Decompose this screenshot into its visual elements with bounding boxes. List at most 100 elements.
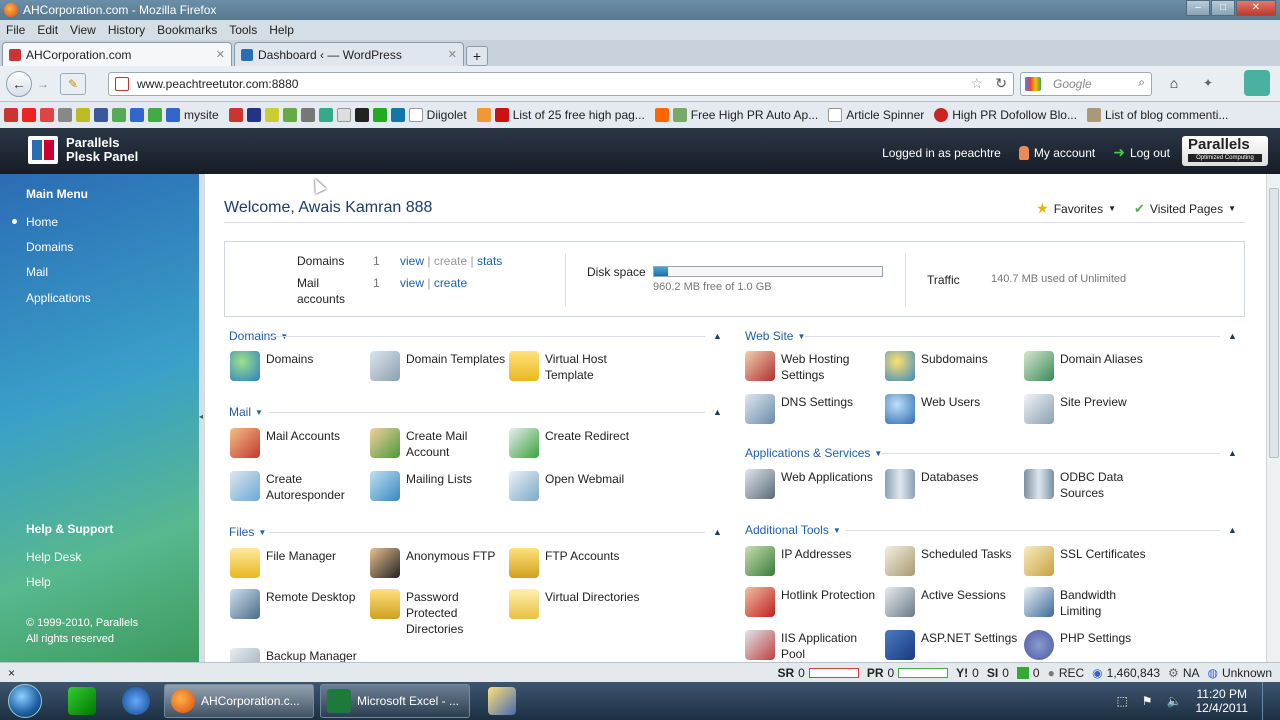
tool-php-settings[interactable]: PHP Settings <box>1024 630 1131 660</box>
gmail-icon[interactable] <box>40 108 54 122</box>
collapse-domains-icon[interactable]: ▲ <box>713 331 722 341</box>
bookmark-list-free-high-pag[interactable]: List of 25 free high pag... <box>476 108 645 122</box>
clock[interactable]: 11:20 PM 12/4/2011 <box>1196 687 1249 715</box>
tool-hotlink-protection[interactable]: Hotlink Protection <box>745 587 875 617</box>
start-button[interactable] <box>8 684 42 718</box>
show-desktop-button[interactable] <box>1262 682 1272 720</box>
section-files-header[interactable]: Files ▼ <box>229 525 266 539</box>
bookmark-icon[interactable] <box>372 108 387 122</box>
domains-stats-link[interactable]: stats <box>477 254 502 268</box>
facebook-icon[interactable] <box>94 108 108 122</box>
close-tab-icon[interactable]: ✕ <box>448 48 457 61</box>
favorites-dropdown[interactable]: ★ Favorites ▼ <box>1036 200 1116 217</box>
forward-button[interactable]: → <box>32 77 54 91</box>
volume-icon[interactable]: 🔈 <box>1167 694 1182 708</box>
bookmark-icon[interactable] <box>390 108 405 122</box>
flag-icon[interactable]: ⚑ <box>1142 694 1153 708</box>
bookmark-icon[interactable] <box>130 108 144 122</box>
youtube-icon[interactable] <box>22 108 36 122</box>
minimize-button[interactable]: – <box>1186 0 1210 16</box>
tool-ssl-certificates[interactable]: SSL Certificates <box>1024 546 1146 576</box>
sidebar-item-mail[interactable]: Mail <box>26 265 48 279</box>
tool-mail-accounts[interactable]: Mail Accounts <box>230 428 340 458</box>
record-indicator[interactable]: ● REC <box>1048 666 1085 680</box>
collapse-website-icon[interactable]: ▲ <box>1228 331 1237 341</box>
section-additional-tools-header[interactable]: Additional Tools ▼ <box>745 523 841 537</box>
menu-tools[interactable]: Tools <box>229 23 257 37</box>
plesk-logo[interactable]: Parallels Plesk Panel <box>28 136 138 164</box>
tool-create-autoresponder[interactable]: Create Autoresponder <box>230 471 345 503</box>
bookmark-mysite[interactable]: mysite <box>166 108 219 122</box>
tool-domain-templates[interactable]: Domain Templates <box>370 351 505 381</box>
menu-view[interactable]: View <box>70 23 96 37</box>
search-input[interactable]: Google ⌕ <box>1020 72 1152 96</box>
bookmark-icon[interactable] <box>76 108 90 122</box>
sidebar-item-help-desk[interactable]: Help Desk <box>26 550 81 564</box>
bookmark-icon[interactable] <box>228 108 243 122</box>
bookmark-icon[interactable] <box>336 108 351 122</box>
bookmark-icon[interactable] <box>264 108 279 122</box>
bookmark-icon[interactable] <box>58 108 72 122</box>
mail-view-link[interactable]: view <box>400 276 424 290</box>
close-tab-icon[interactable]: ✕ <box>216 48 225 61</box>
tab-ahcorporation[interactable]: AHCorporation.com ✕ <box>2 42 232 66</box>
close-findbar-icon[interactable]: × <box>8 666 15 680</box>
tool-domain-aliases[interactable]: Domain Aliases <box>1024 351 1143 381</box>
menu-file[interactable]: File <box>6 23 25 37</box>
menu-edit[interactable]: Edit <box>37 23 58 37</box>
tray-icon[interactable]: ⬚ <box>1116 694 1127 708</box>
bookmark-star-icon[interactable]: ☆ <box>970 75 983 92</box>
maximize-button[interactable]: □ <box>1211 0 1235 16</box>
bookmark-icon[interactable] <box>300 108 315 122</box>
tool-remote-desktop[interactable]: Remote Desktop <box>230 589 355 619</box>
home-icon[interactable]: ⌂ <box>1162 72 1186 96</box>
bookmark-icon[interactable] <box>4 108 18 122</box>
tool-bandwidth-limiting[interactable]: Bandwidth Limiting <box>1024 587 1116 619</box>
tool-create-redirect[interactable]: Create Redirect <box>509 428 629 458</box>
collapse-apps-icon[interactable]: ▲ <box>1228 448 1237 458</box>
taskbar-stocks-app[interactable] <box>56 684 108 718</box>
mail-create-link[interactable]: create <box>434 276 467 290</box>
taskbar-firefox-window[interactable]: AHCorporation.c... <box>164 684 314 718</box>
tool-web-applications[interactable]: Web Applications <box>745 469 873 499</box>
sidebar-item-domains[interactable]: Domains <box>26 240 73 254</box>
search-icon[interactable]: ⌕ <box>1138 75 1145 90</box>
tool-iis-application-pool[interactable]: IIS Application Pool <box>745 630 857 662</box>
tool-web-hosting-settings[interactable]: Web Hosting Settings <box>745 351 849 383</box>
taskbar-network-app[interactable] <box>110 684 162 718</box>
taskbar-excel-window[interactable]: Microsoft Excel - ... <box>320 684 470 718</box>
my-account-link[interactable]: My account <box>1018 145 1095 160</box>
bookmark-icon[interactable] <box>354 108 369 122</box>
bookmark-icon[interactable] <box>246 108 261 122</box>
url-bar[interactable]: www.peachtreetutor.com:8880 ☆ ↻ <box>108 72 1014 96</box>
tool-dns-settings[interactable]: DNS Settings <box>745 394 853 424</box>
tool-site-preview[interactable]: Site Preview <box>1024 394 1127 424</box>
tab-wordpress[interactable]: Dashboard ‹ — WordPress ✕ <box>234 42 464 66</box>
tool-anonymous-ftp[interactable]: Anonymous FTP <box>370 548 495 578</box>
visited-pages-dropdown[interactable]: ✔ Visited Pages ▼ <box>1134 200 1236 217</box>
skype-addon-icon[interactable] <box>1244 70 1270 96</box>
domains-view-link[interactable]: view <box>400 254 424 268</box>
log-out-link[interactable]: ➜ Log out <box>1113 144 1170 161</box>
tool-file-manager[interactable]: File Manager <box>230 548 336 578</box>
tool-virtual-host-template[interactable]: Virtual Host Template <box>509 351 607 383</box>
reload-icon[interactable]: ↻ <box>995 75 1007 92</box>
addon-icon[interactable]: ✦ <box>1196 72 1220 96</box>
tool-open-webmail[interactable]: Open Webmail <box>509 471 624 501</box>
bookmark-diigolet[interactable]: Diigolet <box>408 108 467 122</box>
menu-help[interactable]: Help <box>269 23 294 37</box>
tool-active-sessions[interactable]: Active Sessions <box>885 587 1006 617</box>
collapse-additional-tools-icon[interactable]: ▲ <box>1228 525 1237 535</box>
tool-aspnet-settings[interactable]: ASP.NET Settings <box>885 630 1017 660</box>
bookmark-icon[interactable] <box>282 108 297 122</box>
tool-ftp-accounts[interactable]: FTP Accounts <box>509 548 619 578</box>
new-tab-button[interactable]: + <box>466 46 488 66</box>
bookmark-high-pr-dofollow[interactable]: High PR Dofollow Blo... <box>934 108 1077 122</box>
collapse-mail-icon[interactable]: ▲ <box>713 407 722 417</box>
tool-subdomains[interactable]: Subdomains <box>885 351 988 381</box>
sidebar-item-applications[interactable]: Applications <box>26 291 91 305</box>
edit-pencil-icon[interactable]: ✎ <box>60 72 86 95</box>
section-website-header[interactable]: Web Site ▼ <box>745 329 805 343</box>
tool-backup-manager[interactable]: Backup Manager <box>230 648 357 662</box>
tool-databases[interactable]: Databases <box>885 469 978 499</box>
